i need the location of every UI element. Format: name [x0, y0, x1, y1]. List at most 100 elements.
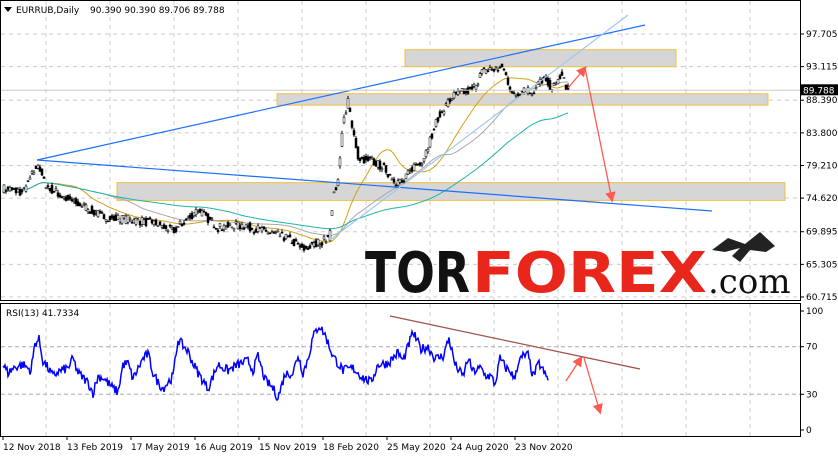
- candle-body: [318, 244, 322, 247]
- candle-body: [420, 163, 424, 166]
- support-resistance-zone[interactable]: [276, 93, 769, 106]
- candle-body: [52, 191, 56, 193]
- candle-body: [40, 168, 44, 176]
- candle-body: [18, 189, 22, 196]
- candle-body: [334, 187, 338, 191]
- candle-body: [512, 92, 516, 95]
- candle-body: [392, 178, 396, 183]
- candle-body: [470, 86, 474, 90]
- candle-body: [380, 168, 384, 170]
- candle-body: [348, 107, 352, 112]
- candle-body: [332, 191, 336, 194]
- candle-body: [288, 234, 292, 238]
- candle-body: [176, 225, 180, 228]
- candle-body: [242, 227, 246, 230]
- candle-body: [498, 66, 502, 69]
- candle-body: [22, 187, 26, 189]
- candle-body: [62, 196, 66, 199]
- candle-body: [320, 242, 324, 246]
- candle-body: [122, 215, 126, 219]
- candle-body: [190, 213, 194, 220]
- date-tick-label: 12 Nov 2018: [3, 443, 61, 453]
- candle-body: [124, 215, 128, 224]
- candle-body: [426, 149, 430, 152]
- candle-body: [500, 63, 504, 68]
- candle-body: [364, 156, 368, 161]
- chart-canvas[interactable]: 97.705 93.115 88.390 83.800 79.210 74.620 69.8…: [0, 0, 838, 458]
- candle-body: [428, 136, 432, 148]
- candle-body: [90, 205, 94, 214]
- candle-body: [198, 208, 202, 213]
- candle-body: [448, 98, 452, 102]
- candle-body: [266, 232, 270, 235]
- candle-body: [362, 157, 366, 164]
- candle-body: [100, 212, 104, 214]
- candle-body: [12, 188, 16, 190]
- date-tick-label: 13 Feb 2019: [67, 443, 123, 453]
- candle-body: [72, 200, 76, 202]
- candle-body: [488, 67, 492, 70]
- candle-body: [496, 69, 500, 72]
- candle-body: [444, 103, 448, 106]
- candle-body: [324, 241, 328, 244]
- candle-body: [410, 167, 414, 172]
- candles: [2, 63, 570, 253]
- rsi-line: [2, 326, 549, 402]
- candle-body: [204, 212, 208, 216]
- candle-body: [492, 68, 496, 72]
- candle-body: [356, 146, 360, 160]
- forecast-arrow: [567, 66, 587, 89]
- candle-body: [56, 192, 60, 197]
- candle-body: [414, 164, 418, 166]
- date-tick-label: 18 Feb 2020: [323, 443, 379, 453]
- candle-body: [270, 231, 274, 233]
- candle-body: [130, 221, 134, 224]
- candle-body: [554, 82, 558, 85]
- rsi-trendline[interactable]: [389, 315, 641, 370]
- candle-body: [224, 226, 228, 230]
- candle-body: [168, 224, 172, 227]
- candle-body: [202, 211, 206, 213]
- candle-body: [326, 234, 330, 238]
- candle-body: [330, 209, 334, 216]
- candle-body: [220, 229, 224, 232]
- candle-body: [10, 187, 14, 190]
- candle-body: [340, 133, 344, 147]
- dropdown-triangle-icon[interactable]: [4, 7, 12, 12]
- candle-body: [504, 72, 508, 76]
- candle-body: [196, 211, 200, 214]
- candle-body: [434, 119, 438, 127]
- candle-body: [474, 85, 478, 90]
- candle-body: [120, 215, 124, 224]
- candle-body: [238, 225, 242, 230]
- candle-body: [292, 238, 296, 246]
- candle-body: [118, 218, 122, 223]
- candle-body: [446, 99, 450, 107]
- candle-body: [494, 66, 498, 68]
- candle-body: [218, 223, 222, 227]
- candle-body: [418, 162, 422, 166]
- candle-body: [310, 241, 314, 244]
- candle-body: [8, 187, 12, 192]
- candle-body: [86, 209, 90, 213]
- support-resistance-zone[interactable]: [404, 49, 677, 68]
- rsi-label: RSI(13) 41.7334: [6, 309, 79, 319]
- candle-body: [360, 157, 364, 159]
- candle-body: [454, 91, 458, 94]
- candle-body: [350, 120, 354, 128]
- candle-body: [462, 90, 466, 95]
- candle-body: [216, 229, 220, 232]
- candle-body: [142, 219, 146, 225]
- candle-body: [46, 185, 50, 187]
- candle-body: [308, 245, 312, 249]
- candle-body: [412, 164, 416, 171]
- candle-body: [172, 227, 176, 233]
- candle-body: [150, 219, 154, 224]
- candle-body: [30, 171, 34, 174]
- chart-window: 97.705 93.115 88.390 83.800 79.210 74.620 69.8…: [0, 0, 838, 458]
- forecast-arrow: [565, 355, 583, 382]
- price-tick-label: 65.305: [806, 260, 838, 270]
- candle-body: [552, 83, 556, 86]
- trendline-channel[interactable]: [329, 14, 629, 241]
- rsi-tick-label: 30: [806, 390, 818, 400]
